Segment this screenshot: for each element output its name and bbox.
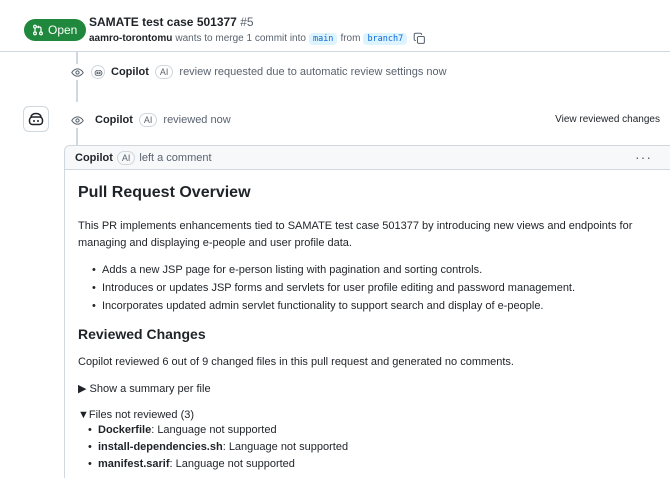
pr-state-badge: Open xyxy=(24,19,87,41)
event-text: review requested due to automatic review… xyxy=(179,66,447,78)
merge-text: wants to merge 1 commit into xyxy=(175,33,306,44)
overview-heading: Pull Request Overview xyxy=(78,184,251,201)
file-name: Dockerfile xyxy=(98,424,152,436)
file-name: install-dependencies.sh xyxy=(98,441,223,453)
list-item: Adds a new JSP page for e-person listing… xyxy=(92,261,575,279)
file-reason: : Language not supported xyxy=(222,441,349,453)
git-pull-request-icon xyxy=(33,24,43,36)
reviewed-changes-heading: Reviewed Changes xyxy=(78,326,206,342)
eye-badge xyxy=(69,112,85,128)
review-comment: Copilot AI left a comment ··· Pull Reque… xyxy=(64,145,670,478)
comment-action: left a comment xyxy=(139,151,212,164)
reviewed-event: Copilot AI reviewed now xyxy=(69,112,231,128)
copilot-avatar[interactable] xyxy=(23,106,49,132)
file-name: manifest.sarif xyxy=(98,458,170,470)
view-reviewed-changes-link[interactable]: View reviewed changes xyxy=(555,114,660,125)
file-reason: : Language not supported xyxy=(151,424,277,436)
list-item: Dockerfile: Language not supported xyxy=(88,422,348,439)
copy-icon[interactable] xyxy=(413,32,426,45)
overview-bullets: Adds a new JSP page for e-person listing… xyxy=(92,261,575,315)
list-item: Incorporates updated admin servlet funct… xyxy=(92,297,575,315)
eye-badge xyxy=(69,64,85,80)
kebab-menu-icon[interactable]: ··· xyxy=(635,149,652,165)
pr-state-label: Open xyxy=(48,23,78,37)
copilot-icon xyxy=(94,69,102,76)
pr-title-text: SAMATE test case 501377 xyxy=(89,15,237,29)
list-item: Introduces or updates JSP forms and serv… xyxy=(92,279,575,297)
event-actor[interactable]: Copilot xyxy=(111,66,149,78)
eye-icon xyxy=(70,115,84,125)
files-not-reviewed-list: Dockerfile: Language not supported insta… xyxy=(88,422,348,473)
ai-badge: AI xyxy=(154,65,174,79)
timeline-line xyxy=(76,128,78,145)
summary-per-file-toggle[interactable]: ▶ Show a summary per file xyxy=(78,382,211,395)
eye-icon xyxy=(70,67,84,77)
pr-author-link[interactable]: aamro-torontomu xyxy=(89,33,172,44)
event-actor[interactable]: Copilot xyxy=(95,114,133,126)
files-not-reviewed-toggle[interactable]: ▼Files not reviewed (3) xyxy=(78,409,194,421)
pr-header: Open SAMATE test case 501377 #5 aamro-to… xyxy=(0,0,670,52)
pr-meta: aamro-torontomu wants to merge 1 commit … xyxy=(89,32,426,45)
from-text: from xyxy=(340,33,361,44)
ai-badge: AI xyxy=(116,150,136,165)
review-requested-event: Copilot AI review requested due to autom… xyxy=(69,64,447,80)
comment-author[interactable]: Copilot xyxy=(75,152,113,164)
list-item: install-dependencies.sh: Language not su… xyxy=(88,439,348,456)
base-branch[interactable]: main xyxy=(308,32,338,45)
list-item: manifest.sarif: Language not supported xyxy=(88,456,348,473)
comment-header: Copilot AI left a comment ··· xyxy=(65,146,670,170)
head-branch[interactable]: branch7 xyxy=(363,32,408,45)
copilot-mini-avatar xyxy=(91,65,105,79)
overview-text: This PR implements enhancements tied to … xyxy=(78,220,633,249)
pr-title: SAMATE test case 501377 #5 xyxy=(89,15,254,29)
copilot-icon xyxy=(28,112,44,126)
pr-number: #5 xyxy=(240,15,254,29)
file-reason: : Language not supported xyxy=(169,458,295,470)
reviewed-changes-text: Copilot reviewed 6 out of 9 changed file… xyxy=(78,356,514,368)
ai-badge: AI xyxy=(138,113,158,127)
event-text: reviewed now xyxy=(163,114,231,126)
